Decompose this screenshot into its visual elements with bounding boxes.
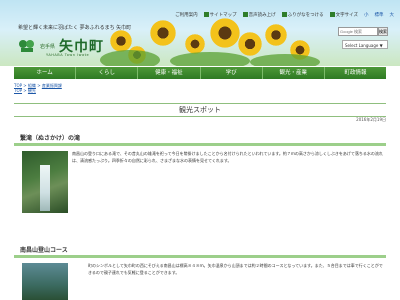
leaf-decoration xyxy=(170,52,250,66)
nav-item-tourism-industry[interactable]: 観光・産業 xyxy=(263,67,325,79)
search-input[interactable] xyxy=(338,27,378,36)
breadcrumb: TOP > 組織 > 産業振興課 TOP > 観光 xyxy=(14,83,62,93)
site-header: ご利用案内 サイトマップ 音声読み上げ ふりがなをつける 文字サイズ 小 標準 … xyxy=(0,0,400,66)
town-emblem-icon xyxy=(19,40,34,52)
font-size-standard-button[interactable]: 標準 xyxy=(375,12,384,18)
leaf-decoration xyxy=(250,54,320,66)
furigana-icon xyxy=(281,12,287,17)
logo-english-name: YAHABA Town Iwate xyxy=(46,53,90,57)
section-body: 南昌山の登り口にある滝で、その昔丸山の雄滝を祀って今日を幣掛けましたことから名付… xyxy=(72,151,383,163)
page-title: 観光スポット xyxy=(14,103,386,117)
section-heading: 南昌山登山コース xyxy=(20,247,68,254)
font-size-small-button[interactable]: 小 xyxy=(364,12,369,18)
utility-links: ご利用案内 サイトマップ 音声読み上げ ふりがなをつける 文字サイズ 小 標準 … xyxy=(175,12,394,18)
sunflower-decoration xyxy=(265,24,287,46)
breadcrumb-tourism[interactable]: 観光 xyxy=(28,88,36,93)
section-heading: 繋滝（ぬさかけ）の滝 xyxy=(20,135,81,142)
nav-item-living[interactable]: くらし xyxy=(76,67,139,79)
font-size-large-button[interactable]: 大 xyxy=(390,12,395,18)
nav-item-town-info[interactable]: 町政情報 xyxy=(325,67,386,79)
main-nav: ホーム くらし 健康・福祉 学び 観光・産業 町政情報 xyxy=(14,67,386,79)
mountain-trail-photo xyxy=(22,263,68,300)
nav-item-health-welfare[interactable]: 健康・福祉 xyxy=(138,67,201,79)
section-body: 町のシンボルとして矢巾町の西にそびえる南昌山は標高８４８ｍ。矢巾温泉から山頂まで… xyxy=(88,263,383,275)
site-tagline: 希望と輝く未来に羽ばたく 夢あふれるまち 矢巾町 xyxy=(18,25,132,31)
search-button[interactable]: 検索 xyxy=(378,27,388,36)
font-size-label: 文字サイズ xyxy=(329,12,358,18)
waterfall-photo xyxy=(22,151,68,213)
sunflower-decoration xyxy=(210,18,240,48)
breadcrumb-top[interactable]: TOP xyxy=(14,88,22,93)
sunflower-decoration xyxy=(238,32,262,56)
sunflower-decoration xyxy=(150,20,176,46)
sunflower-decoration xyxy=(185,34,205,54)
sitemap-link[interactable]: サイトマップ xyxy=(203,12,237,18)
breadcrumb-industry-dept[interactable]: 産業振興課 xyxy=(42,83,62,88)
font-size-icon xyxy=(329,12,335,17)
nav-item-learning[interactable]: 学び xyxy=(201,67,263,79)
publish-date: 2016年2月19日 xyxy=(356,117,386,122)
leaf-decoration xyxy=(100,50,160,66)
section-divider xyxy=(14,255,386,258)
sitemap-icon xyxy=(203,12,209,17)
read-aloud-link[interactable]: 音声読み上げ xyxy=(242,12,276,18)
logo-prefecture: 岩手県 xyxy=(40,43,56,50)
sunflower-decoration xyxy=(110,30,132,52)
furigana-link[interactable]: ふりがなをつける xyxy=(281,12,324,18)
language-select[interactable]: Select Language ▼ xyxy=(342,40,388,49)
section-divider xyxy=(14,143,386,146)
site-search: 検索 xyxy=(338,27,388,36)
nav-item-home[interactable]: ホーム xyxy=(14,67,77,79)
usage-guide-link[interactable]: ご利用案内 xyxy=(175,12,198,18)
waterfall-stream xyxy=(40,165,50,211)
speaker-icon xyxy=(242,12,248,17)
